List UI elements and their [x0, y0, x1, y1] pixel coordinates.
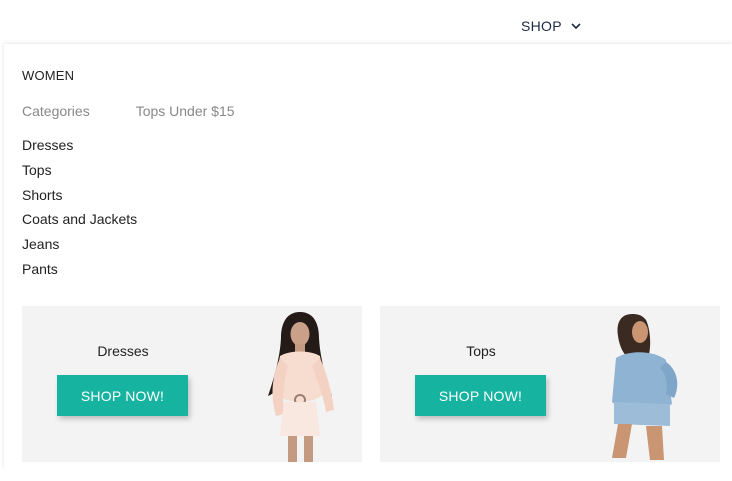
- category-link-tops[interactable]: Tops: [22, 162, 52, 178]
- subtabs: Categories Tops Under $15: [22, 103, 235, 119]
- chevron-down-icon: [571, 23, 581, 30]
- category-link-pants[interactable]: Pants: [22, 261, 58, 277]
- shop-now-button[interactable]: SHOP NOW!: [57, 375, 188, 416]
- tab-tops-under-15[interactable]: Tops Under $15: [136, 103, 235, 119]
- category-link-shorts[interactable]: Shorts: [22, 187, 62, 203]
- shop-menu-toggle[interactable]: SHOP: [521, 18, 582, 34]
- model-image-tops: [612, 314, 678, 460]
- promo-card-dresses[interactable]: Dresses SHOP NOW!: [22, 306, 362, 462]
- promo-title: Dresses: [97, 343, 149, 359]
- shop-menu-label: SHOP: [521, 18, 562, 34]
- shop-now-button[interactable]: SHOP NOW!: [415, 375, 546, 416]
- model-image-dresses: [268, 312, 334, 462]
- category-link-jeans[interactable]: Jeans: [22, 236, 59, 252]
- shop-dropdown-panel: WOMEN Categories Tops Under $15 Dresses …: [4, 44, 732, 469]
- list-item: Coats and Jackets: [22, 211, 137, 236]
- category-link-coats-and-jackets[interactable]: Coats and Jackets: [22, 211, 137, 227]
- list-item: Dresses: [22, 137, 137, 162]
- category-list: Dresses Tops Shorts Coats and Jackets Je…: [22, 137, 137, 286]
- list-item: Jeans: [22, 236, 137, 261]
- section-title: WOMEN: [22, 68, 75, 83]
- tab-categories[interactable]: Categories: [22, 103, 90, 119]
- promo-title: Tops: [466, 343, 496, 359]
- category-link-dresses[interactable]: Dresses: [22, 137, 73, 153]
- page-bottom-strip: [0, 469, 732, 481]
- promo-card-tops[interactable]: Tops SHOP NOW!: [380, 306, 720, 462]
- list-item: Shorts: [22, 187, 137, 212]
- list-item: Tops: [22, 162, 137, 187]
- list-item: Pants: [22, 261, 137, 286]
- top-nav-bar: SHOP: [0, 0, 732, 44]
